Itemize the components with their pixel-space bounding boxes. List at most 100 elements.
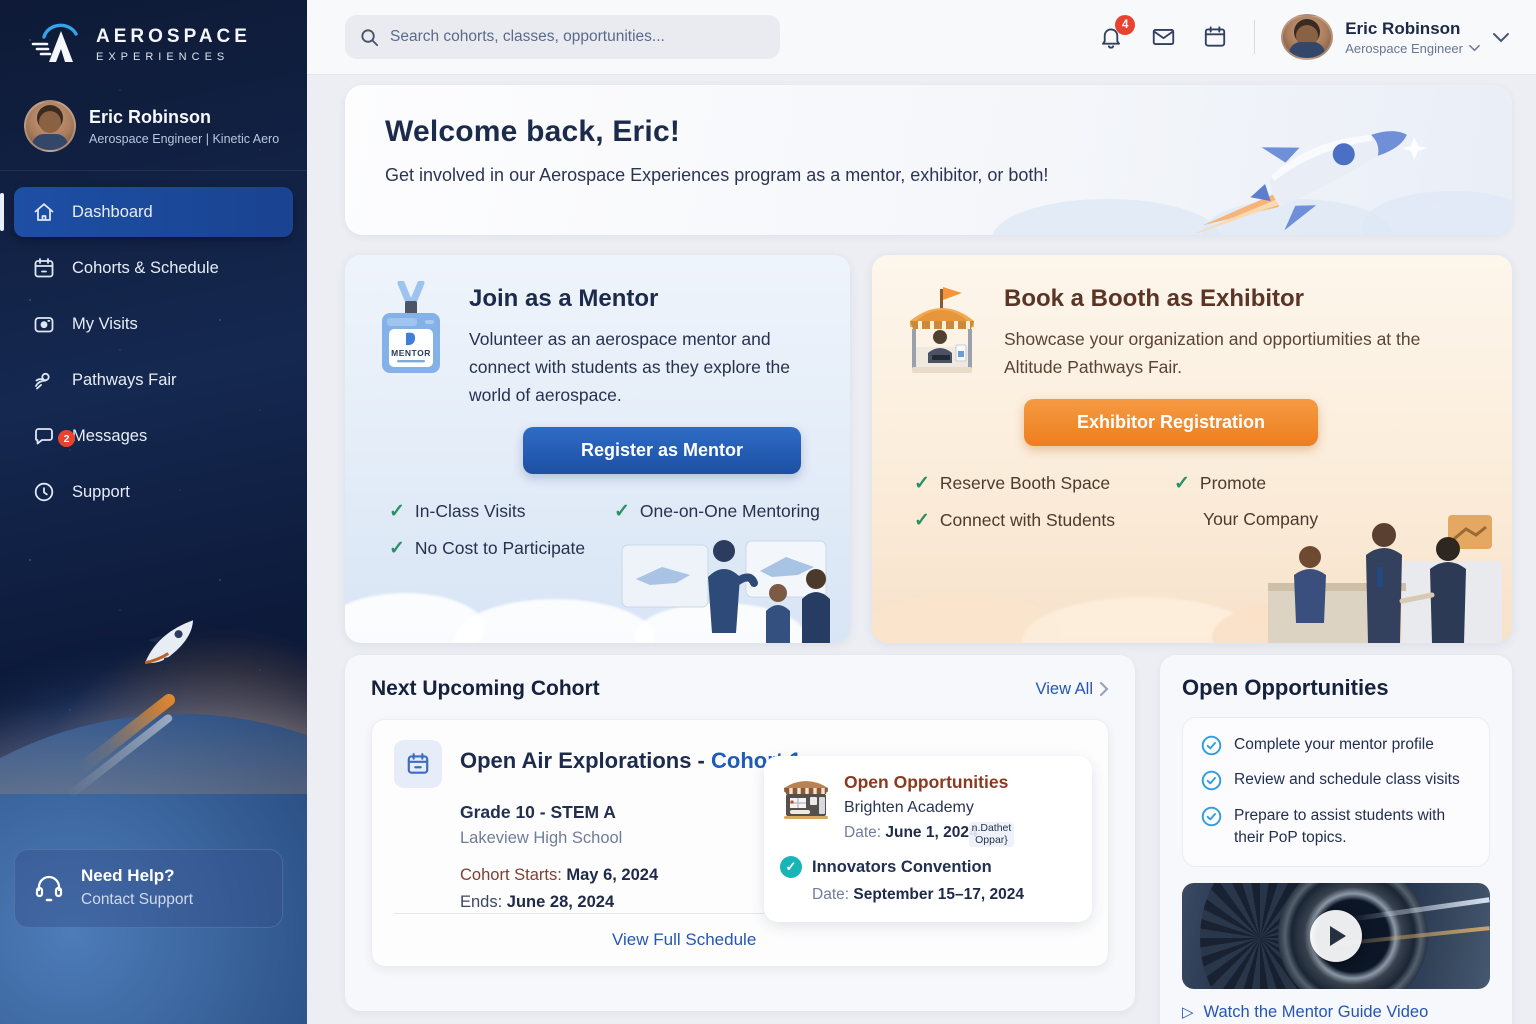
- brand-tagline: EXPERIENCES: [96, 51, 251, 63]
- divider: [394, 913, 794, 914]
- benefit-label: One-on-One Mentoring: [640, 501, 820, 522]
- sidebar-item-pathways-fair[interactable]: Pathways Fair: [14, 355, 293, 405]
- brand-logo-icon: [30, 22, 86, 68]
- storefront-icon: [780, 772, 832, 842]
- benefit-label-continuation: Your Company: [1174, 509, 1482, 532]
- play-button-icon[interactable]: [1310, 910, 1362, 962]
- checklist-item: Complete your mentor profile: [1201, 734, 1471, 756]
- upcoming-cohort-panel: Next Upcoming Cohort View All Open Air E…: [345, 655, 1135, 1011]
- chevron-down-small-icon: [1469, 44, 1480, 52]
- help-box[interactable]: Need Help? Contact Support: [14, 849, 283, 928]
- calendar-icon: [32, 256, 56, 280]
- open-opportunities-panel: Open Opportunities Complete your mentor …: [1160, 655, 1512, 1024]
- check-icon: ✓: [614, 500, 630, 523]
- mentor-card: MENTOR Join as a Mentor Volunteer as an …: [345, 255, 850, 643]
- play-outline-icon: ▷: [1182, 1003, 1194, 1021]
- mini-card-org: Brighten Academy: [844, 799, 1008, 817]
- exhibitor-card-title: Book a Booth as Exhibitor: [1004, 285, 1474, 313]
- support-icon: [32, 480, 56, 504]
- benefit-label: Connect with Students: [940, 510, 1115, 531]
- contact-support-link[interactable]: Contact Support: [81, 891, 193, 909]
- chevron-right-icon: [1099, 681, 1109, 697]
- pathways-person-icon: [32, 368, 56, 392]
- mail-icon[interactable]: [1150, 24, 1176, 50]
- mentor-card-body: Volunteer as an aerospace mentor and con…: [469, 325, 809, 409]
- checklist-label: Complete your mentor profile: [1234, 734, 1434, 756]
- chevron-down-icon[interactable]: [1492, 32, 1510, 43]
- benefit-label: In-Class Visits: [415, 501, 526, 522]
- event-date-value: September 15–17, 2024: [853, 886, 1024, 903]
- sidebar-item-label: Cohorts & Schedule: [72, 259, 219, 278]
- topbar-avatar: [1281, 14, 1333, 60]
- sidebar-item-dashboard[interactable]: Dashboard: [14, 187, 293, 237]
- exhibitor-card-body: Showcase your organization and opportium…: [1004, 325, 1474, 381]
- notifications-bell-icon[interactable]: 4: [1098, 24, 1124, 50]
- ends-date: June 28, 2024: [507, 893, 614, 911]
- benefit-label: Reserve Booth Space: [940, 473, 1110, 494]
- circle-check-icon: [1201, 735, 1222, 756]
- exhibitor-registration-button[interactable]: Exhibitor Registration: [1024, 399, 1318, 446]
- topbar-divider: [1254, 20, 1255, 54]
- event-name: Innovators Convention: [812, 858, 992, 877]
- sidebar-item-label: Support: [72, 483, 130, 502]
- brand-name: AEROSPACE: [96, 27, 251, 48]
- sidebar-item-messages[interactable]: 2 Messages: [14, 411, 293, 461]
- check-icon: ✓: [914, 509, 930, 532]
- view-full-schedule-link[interactable]: View Full Schedule: [612, 930, 756, 950]
- starts-label: Cohort Starts:: [460, 866, 562, 884]
- check-icon: ✓: [389, 537, 405, 560]
- mentor-guide-video-thumbnail[interactable]: [1182, 883, 1490, 989]
- sidebar-item-my-visits[interactable]: My Visits: [14, 299, 293, 349]
- sidebar-item-support[interactable]: Support: [14, 467, 293, 517]
- user-menu[interactable]: Eric Robinson Aerospace Engineer: [1281, 14, 1510, 60]
- messages-icon: 2: [32, 424, 56, 448]
- open-opportunities-mini-card[interactable]: Open Opportunities Brighten Academy Date…: [764, 756, 1092, 922]
- cohort-section-title: Next Upcoming Cohort: [371, 677, 600, 701]
- benefit-label: Promote: [1200, 473, 1266, 494]
- garbled-text-artifact: n.Dathet Oppar}: [969, 822, 1015, 847]
- topbar-user-role: Aerospace Engineer: [1345, 41, 1463, 56]
- welcome-banner: Welcome back, Eric! Get involved in our …: [345, 85, 1512, 235]
- atmosphere-glow: [0, 704, 307, 794]
- svg-text:MENTOR: MENTOR: [391, 348, 431, 358]
- search-input[interactable]: [390, 28, 766, 46]
- checklist-label: Review and schedule class visits: [1234, 769, 1460, 791]
- date-value: June 1, 2024: [885, 824, 977, 841]
- sidebar-profile[interactable]: Eric Robinson Aerospace Engineer | Kinet…: [0, 86, 307, 171]
- brand: AEROSPACE EXPERIENCES: [0, 0, 307, 86]
- search-box[interactable]: [345, 15, 780, 59]
- circle-check-icon: [1201, 770, 1222, 791]
- sidebar-item-label: Dashboard: [72, 203, 153, 222]
- sidebar-nav: Dashboard Cohorts & Schedule My Visits P…: [0, 171, 307, 517]
- view-all-link[interactable]: View All: [1036, 680, 1109, 699]
- register-as-mentor-button[interactable]: Register as Mentor: [523, 427, 801, 474]
- watch-video-link[interactable]: ▷ Watch the Mentor Guide Video: [1182, 1003, 1490, 1022]
- exhibitor-benefits: ✓Reserve Booth Space ✓Promote ✓Connect w…: [902, 472, 1482, 532]
- checklist-item: Review and schedule class visits: [1201, 769, 1471, 791]
- booth-icon: [902, 281, 982, 381]
- main-area: 4 Eric Robinson Aerospace Engineer: [307, 0, 1536, 1024]
- ends-label: Ends:: [460, 893, 502, 911]
- sidebar-item-cohorts-schedule[interactable]: Cohorts & Schedule: [14, 243, 293, 293]
- home-icon: [32, 200, 56, 224]
- mentor-card-title: Join as a Mentor: [469, 285, 809, 313]
- opportunities-checklist: Complete your mentor profile Review and …: [1182, 717, 1490, 867]
- camera-icon: [32, 312, 56, 336]
- mentor-benefits: ✓ In-Class Visits ✓ One-on-One Mentoring ✓…: [375, 500, 820, 560]
- search-icon: [359, 27, 380, 48]
- calendar-icon[interactable]: [1202, 24, 1228, 50]
- mini-card-title: Open Opportunities: [844, 772, 1008, 793]
- exhibitor-card: Book a Booth as Exhibitor Showcase your …: [872, 255, 1512, 643]
- topbar: 4 Eric Robinson Aerospace Engineer: [307, 0, 1536, 75]
- check-icon: ✓: [389, 500, 405, 523]
- sidebar-item-label: Messages: [72, 427, 147, 446]
- mentor-badge-icon: MENTOR: [375, 281, 447, 409]
- sidebar-avatar: [24, 100, 76, 152]
- sidebar-item-label: Pathways Fair: [72, 371, 177, 390]
- topbar-user-name: Eric Robinson: [1345, 19, 1480, 39]
- opportunities-title: Open Opportunities: [1182, 675, 1490, 701]
- date-label: Date:: [844, 824, 881, 841]
- checklist-label: Prepare to assist students with their Po…: [1234, 805, 1471, 850]
- profile-name: Eric Robinson: [89, 107, 285, 128]
- cohort-title: Open Air Explorations -: [460, 748, 705, 773]
